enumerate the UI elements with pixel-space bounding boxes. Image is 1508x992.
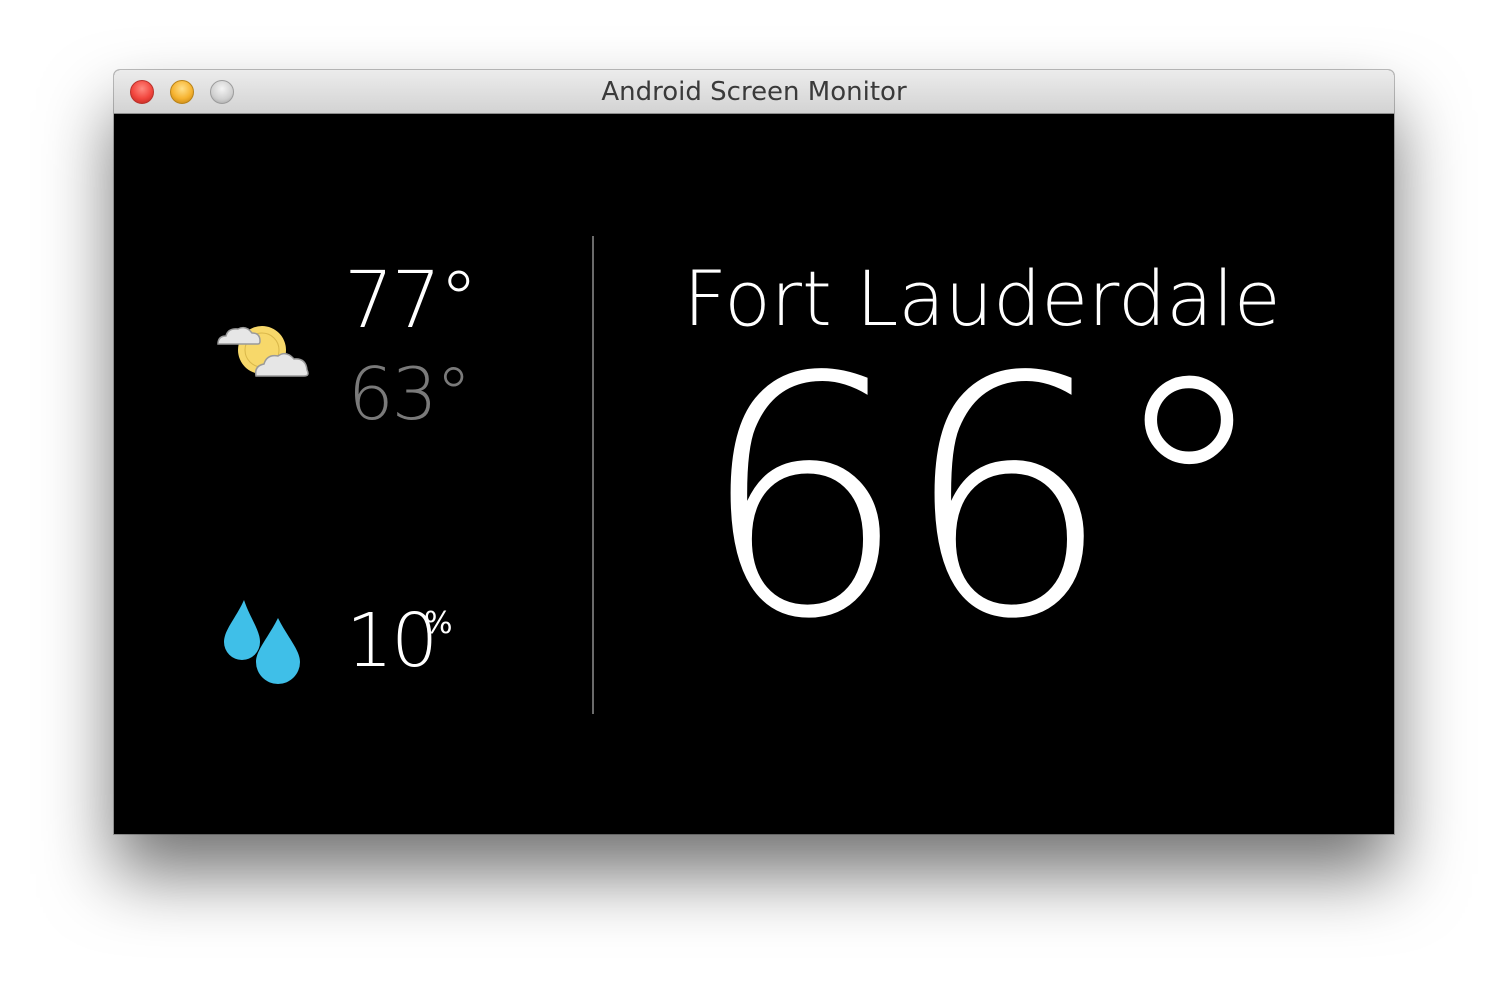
app-window: Android Screen Monitor 77° 63° 10 % Fort…: [114, 70, 1394, 834]
title-bar[interactable]: Android Screen Monitor: [114, 70, 1394, 114]
vertical-divider: [592, 236, 594, 714]
high-temperature: 77°: [344, 256, 478, 346]
low-temperature: 63°: [348, 352, 472, 436]
partly-cloudy-icon: [217, 326, 309, 377]
precipitation-value: 10: [346, 598, 438, 684]
raindrops-icon: [224, 600, 300, 684]
current-temperature: 66°: [698, 307, 1272, 691]
precipitation-unit: %: [424, 606, 453, 641]
device-screen[interactable]: 77° 63° 10 % Fort Lauderdale 66°: [114, 114, 1394, 834]
window-title: Android Screen Monitor: [601, 77, 907, 107]
